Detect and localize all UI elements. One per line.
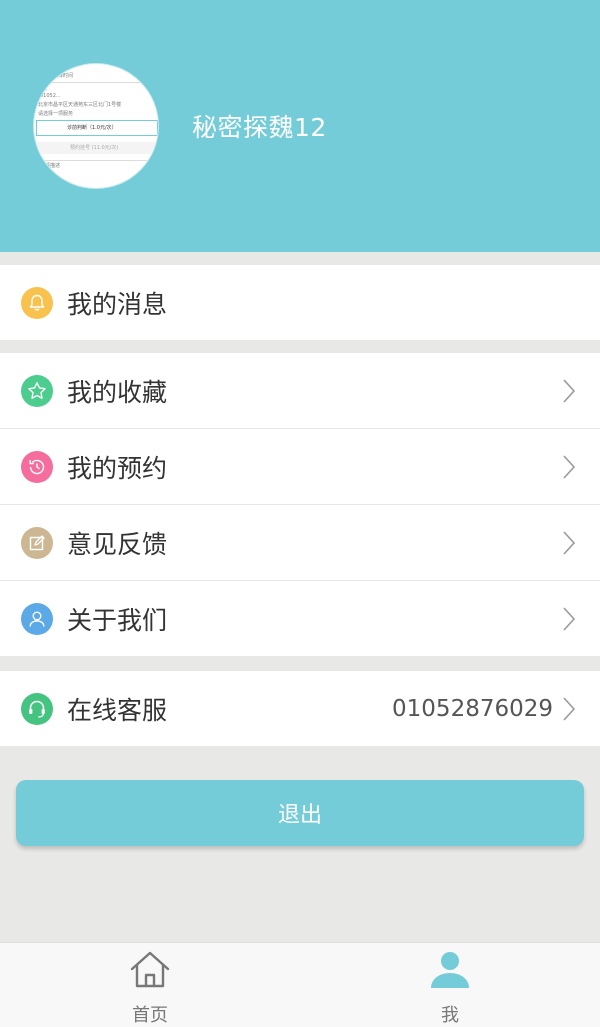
home-icon: [130, 951, 170, 988]
tab-home[interactable]: 首页: [0, 943, 300, 1027]
avatar-line: [34, 82, 158, 83]
chevron-right-icon: [563, 378, 576, 403]
chevron-right-icon: [563, 454, 576, 479]
headset-icon: [21, 692, 53, 725]
avatar-line: [34, 160, 158, 161]
menu-item-feedback[interactable]: 意见反馈: [0, 505, 600, 581]
menu-label: 意见反馈: [67, 529, 168, 559]
chevron-right-icon: [563, 606, 576, 631]
history-icon: [21, 450, 53, 483]
avatar-text: 诊前判断（1.0元/次）: [67, 125, 117, 131]
avatar-text: 男: [42, 86, 48, 92]
avatar-text: 01052...: [40, 93, 61, 99]
bell-icon: [21, 286, 53, 319]
logout-button[interactable]: 退出: [16, 780, 584, 846]
chevron-right-icon: [563, 696, 576, 721]
menu-item-favorites[interactable]: 我的收藏: [0, 353, 600, 429]
avatar-box: 诊前判断（1.0元/次）: [36, 120, 158, 136]
tab-label: 首页: [132, 1005, 168, 1026]
service-group: 在线客服 01052876029: [0, 671, 600, 746]
avatar-text: 北京市昌平区天通苑东三区北门1号楼: [38, 102, 122, 108]
avatar-text: 请选择一项服务: [38, 111, 74, 117]
menu-label: 我的预约: [67, 453, 168, 483]
edit-icon: [21, 526, 53, 559]
menu-item-messages[interactable]: 我的消息: [0, 265, 600, 340]
main-menu-group: 我的收藏 我的预约 意见反馈 关于我们: [0, 353, 600, 656]
service-phone: 01052876029: [392, 695, 553, 722]
avatar-box: 预约挂号 (11.0元/次): [36, 142, 156, 154]
tab-bar: 首页 我: [0, 942, 600, 1027]
profile-header: 请选择时间 男 01052... 北京市昌平区天通苑东三区北门1号楼 请选择一项…: [0, 0, 600, 252]
menu-label: 在线客服: [67, 695, 168, 725]
menu-item-appointments[interactable]: 我的预约: [0, 429, 600, 505]
avatar-text: 病情描述: [40, 163, 61, 169]
menu-label: 我的消息: [67, 289, 168, 319]
chevron-right-icon: [563, 530, 576, 555]
avatar-text: 请选择时间: [48, 73, 74, 79]
menu-item-about[interactable]: 关于我们: [0, 581, 600, 656]
avatar[interactable]: 请选择时间 男 01052... 北京市昌平区天通苑东三区北门1号楼 请选择一项…: [34, 64, 158, 188]
tab-me[interactable]: 我: [300, 943, 600, 1027]
messages-group: 我的消息: [0, 265, 600, 340]
menu-item-service[interactable]: 在线客服 01052876029: [0, 671, 600, 746]
tab-label: 我: [441, 1005, 459, 1026]
menu-label: 关于我们: [67, 605, 168, 635]
star-icon: [21, 374, 53, 407]
user-icon: [21, 602, 53, 635]
avatar-text: 预约挂号 (11.0元/次): [70, 145, 119, 151]
user-icon: [431, 952, 469, 988]
menu-label: 我的收藏: [67, 377, 168, 407]
username: 秘密探魏12: [192, 113, 327, 142]
